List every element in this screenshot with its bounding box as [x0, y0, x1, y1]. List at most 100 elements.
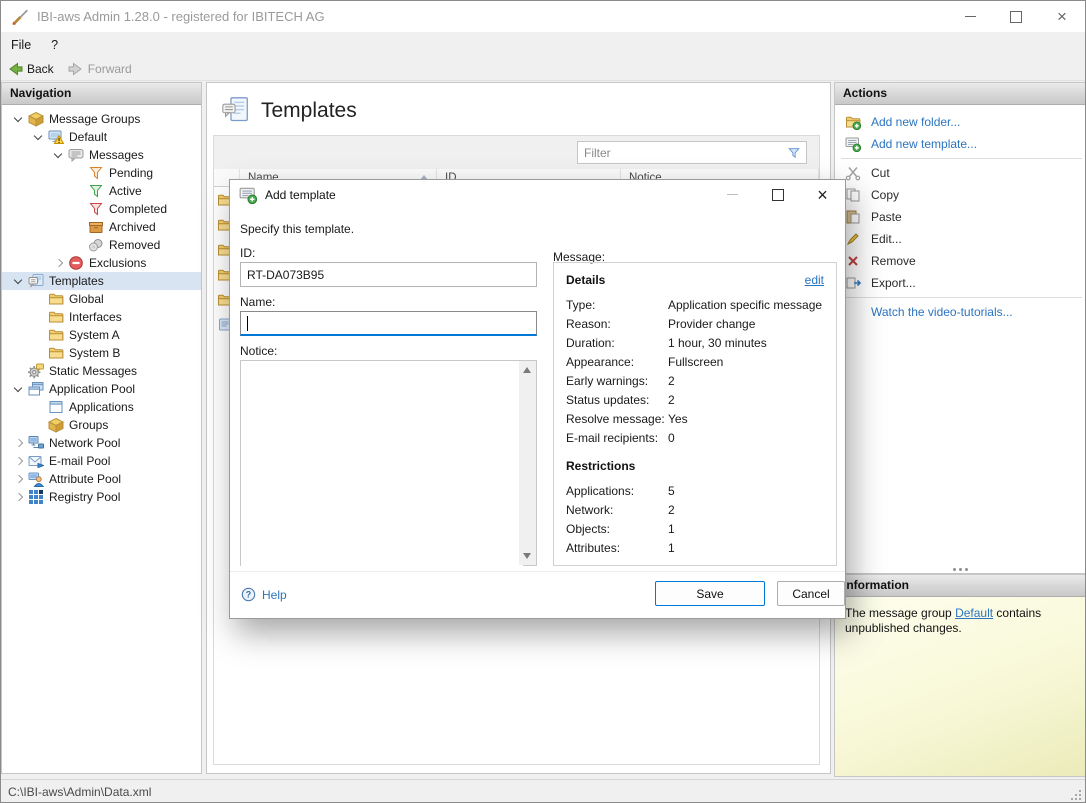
tree-item-label: Applications	[69, 400, 134, 414]
tree-item-e-mail-pool[interactable]: E-mail Pool	[2, 452, 201, 470]
help-link[interactable]: Help	[241, 587, 287, 602]
action-add-new-template[interactable]: Add new template...	[835, 133, 1085, 155]
tree-item-registry-pool[interactable]: Registry Pool	[2, 488, 201, 506]
filter-funnel-icon[interactable]	[787, 146, 801, 160]
tree-item-templates[interactable]: Templates	[2, 272, 201, 290]
tree-collapsed-chevron-icon[interactable]	[10, 453, 28, 469]
action-paste[interactable]: Paste	[835, 206, 1085, 228]
maximize-button[interactable]	[993, 1, 1039, 32]
action-add-new-folder[interactable]: Add new folder...	[835, 111, 1085, 133]
tree-item-default[interactable]: Default	[2, 128, 201, 146]
text-cursor	[247, 316, 248, 331]
action-label: Watch the video-tutorials...	[871, 305, 1013, 319]
tree-collapsed-chevron-icon[interactable]	[10, 489, 28, 505]
tree-item-label: Attribute Pool	[49, 472, 122, 486]
detail-row: Appearance: Fullscreen	[566, 352, 824, 371]
resize-grip[interactable]	[1070, 789, 1082, 801]
filter-input[interactable]	[578, 145, 787, 160]
tree-item-label: Application Pool	[49, 382, 136, 396]
minimize-button[interactable]	[947, 1, 993, 32]
action-copy[interactable]: Copy	[835, 184, 1085, 206]
tree-item-applications[interactable]: Applications	[2, 398, 201, 416]
statusbar: C:\IBI-aws\Admin\Data.xml	[1, 779, 1085, 802]
id-label: ID:	[240, 246, 256, 260]
paste-icon	[845, 209, 861, 225]
copy-icon	[845, 187, 861, 203]
gear-speech-icon	[28, 363, 44, 379]
notice-textarea[interactable]	[241, 361, 523, 569]
menu-help[interactable]: ?	[41, 34, 68, 56]
tree-expanded-chevron-icon[interactable]	[10, 111, 28, 127]
name-input[interactable]	[240, 311, 537, 336]
action-label: Cut	[871, 166, 890, 180]
cancel-button[interactable]: Cancel	[777, 581, 845, 606]
menu-file[interactable]: File	[1, 34, 41, 56]
tree-item-pending[interactable]: Pending	[2, 164, 201, 182]
removed-icon	[88, 237, 104, 253]
speech-icon	[68, 147, 84, 163]
actions-separator	[841, 297, 1082, 298]
tree-item-label: Pending	[109, 166, 154, 180]
tree-item-label: Groups	[69, 418, 109, 432]
detail-row: Status updates: 2	[566, 390, 824, 409]
tree-collapsed-chevron-icon[interactable]	[50, 255, 68, 271]
tree-item-static-messages[interactable]: Static Messages	[2, 362, 201, 380]
detail-value: Yes	[668, 411, 688, 426]
menubar: File ?	[1, 32, 1085, 57]
app-pool-icon	[28, 381, 44, 397]
tree-item-application-pool[interactable]: Application Pool	[2, 380, 201, 398]
page-title: Templates	[261, 98, 357, 122]
tree-item-label: Archived	[109, 220, 156, 234]
tree-item-removed[interactable]: Removed	[2, 236, 201, 254]
detail-value: 2	[668, 502, 675, 517]
notice-scrollbar[interactable]	[519, 361, 536, 565]
tree-item-message-groups[interactable]: Message Groups	[2, 110, 201, 128]
tree-expanded-chevron-icon[interactable]	[10, 381, 28, 397]
filter-container	[577, 141, 807, 164]
tree-item-groups[interactable]: Groups	[2, 416, 201, 434]
dialog-close-button[interactable]: ×	[800, 180, 845, 209]
tree-item-global[interactable]: Global	[2, 290, 201, 308]
back-button[interactable]: Back	[1, 58, 62, 80]
tree-item-active[interactable]: Active	[2, 182, 201, 200]
tree-item-exclusions[interactable]: Exclusions	[2, 254, 201, 272]
tree-expanded-chevron-icon[interactable]	[10, 273, 28, 289]
panel-splitter-handle[interactable]	[834, 565, 1085, 574]
action-edit[interactable]: Edit...	[835, 228, 1085, 250]
detail-label: Reason:	[566, 316, 611, 331]
funnel-orange-icon	[88, 165, 104, 181]
tree-item-network-pool[interactable]: Network Pool	[2, 434, 201, 452]
tree-item-label: Templates	[49, 274, 104, 288]
action-export[interactable]: Export...	[835, 272, 1085, 294]
tree-expanded-chevron-icon[interactable]	[30, 129, 48, 145]
close-button[interactable]: ×	[1039, 1, 1085, 32]
scissors-icon	[845, 165, 861, 181]
tree-item-system-a[interactable]: System A	[2, 326, 201, 344]
tree-item-completed[interactable]: Completed	[2, 200, 201, 218]
save-button[interactable]: Save	[655, 581, 765, 606]
tree-item-label: Global	[69, 292, 104, 306]
tree-item-messages[interactable]: Messages	[2, 146, 201, 164]
dialog-minimize-button[interactable]	[710, 180, 755, 209]
action-cut[interactable]: Cut	[835, 162, 1085, 184]
forward-button[interactable]: Forward	[62, 58, 140, 80]
tree-collapsed-chevron-icon[interactable]	[10, 471, 28, 487]
id-input[interactable]	[240, 262, 537, 287]
default-group-link[interactable]: Default	[955, 606, 993, 620]
tree-collapsed-chevron-icon[interactable]	[10, 435, 28, 451]
scroll-down-icon[interactable]	[523, 553, 531, 559]
scroll-up-icon[interactable]	[523, 367, 531, 373]
edit-link[interactable]: edit	[805, 273, 824, 287]
detail-value: 1	[668, 540, 675, 555]
dialog-maximize-button[interactable]	[755, 180, 800, 209]
tree-expanded-chevron-icon[interactable]	[50, 147, 68, 163]
tree-item-archived[interactable]: Archived	[2, 218, 201, 236]
detail-value: 0	[668, 430, 675, 445]
action-watch-the-video-tutorials[interactable]: Watch the video-tutorials...	[835, 301, 1085, 323]
tree-item-interfaces[interactable]: Interfaces	[2, 308, 201, 326]
action-remove[interactable]: Remove	[835, 250, 1085, 272]
tree-item-system-b[interactable]: System B	[2, 344, 201, 362]
tree-item-attribute-pool[interactable]: Attribute Pool	[2, 470, 201, 488]
